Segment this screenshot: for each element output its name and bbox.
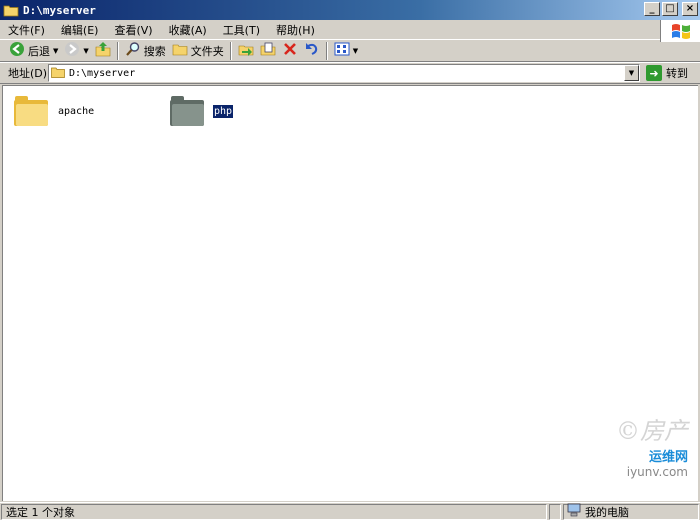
forward-icon	[64, 41, 80, 60]
watermark: ©房产 运维网 iyunv.com	[616, 411, 688, 479]
menu-file[interactable]: 文件(F)	[0, 22, 53, 38]
window-controls: _ □ ×	[644, 2, 698, 16]
address-dropdown-icon[interactable]: ▼	[624, 65, 639, 81]
folder-icon	[14, 96, 48, 126]
copy-to-button[interactable]	[257, 41, 279, 61]
status-selection: 选定 1 个对象	[1, 503, 547, 520]
back-button[interactable]: 后退 ▼	[6, 41, 61, 61]
menu-tools[interactable]: 工具(T)	[215, 22, 268, 38]
views-button[interactable]: ▼	[331, 41, 361, 61]
toolbar: 后退 ▼ ▼ 搜索 文件夹 ▼	[0, 40, 700, 62]
copy-to-icon	[260, 41, 276, 60]
back-dropdown-icon[interactable]: ▼	[53, 47, 58, 55]
go-label: 转到	[666, 67, 688, 80]
folders-button[interactable]: 文件夹	[169, 41, 227, 61]
minimize-button[interactable]: _	[644, 2, 660, 16]
file-name: apache	[58, 105, 95, 117]
watermark-site: iyunv.com	[626, 465, 688, 479]
up-folder-icon	[95, 41, 111, 60]
move-to-button[interactable]	[235, 41, 257, 61]
windows-logo-icon	[660, 20, 700, 42]
undo-button[interactable]	[301, 41, 323, 61]
status-panel	[549, 503, 561, 520]
maximize-button[interactable]: □	[662, 2, 678, 16]
title-bar: D:\myserver _ □ ×	[0, 0, 700, 20]
move-to-icon	[238, 41, 254, 60]
search-icon	[125, 41, 141, 60]
status-location-label: 我的电脑	[585, 505, 629, 519]
address-field[interactable]: ▼	[48, 64, 640, 82]
forward-dropdown-icon[interactable]: ▼	[83, 47, 88, 55]
delete-button[interactable]	[279, 41, 301, 61]
search-button[interactable]: 搜索	[122, 41, 169, 61]
undo-icon	[304, 41, 320, 60]
back-label: 后退	[28, 44, 50, 58]
up-button[interactable]	[92, 41, 114, 61]
status-location: 我的电脑	[563, 503, 699, 520]
folder-window-icon	[3, 3, 19, 17]
menu-view[interactable]: 查看(V)	[106, 22, 160, 38]
toolbar-separator	[325, 41, 328, 60]
menu-bar: 文件(F) 编辑(E) 查看(V) 收藏(A) 工具(T) 帮助(H)	[0, 20, 700, 42]
menu-edit[interactable]: 编辑(E)	[53, 22, 107, 38]
file-list-view[interactable]: apache php ©房产 运维网 iyunv.com	[2, 85, 698, 501]
back-icon	[9, 41, 25, 60]
go-button[interactable]: ➜ 转到	[646, 65, 688, 81]
watermark-logo: ©房产	[616, 417, 688, 445]
folder-icon	[170, 96, 204, 126]
menu-help[interactable]: 帮助(H)	[268, 22, 323, 38]
file-item-php[interactable]: php	[170, 96, 234, 126]
close-button[interactable]: ×	[682, 2, 698, 16]
views-icon	[334, 41, 350, 60]
go-arrow-icon: ➜	[646, 65, 662, 81]
address-label: 地址(D)	[8, 67, 48, 80]
folders-icon	[172, 41, 188, 60]
folders-label: 文件夹	[190, 44, 224, 58]
forward-button[interactable]: ▼	[61, 41, 91, 61]
status-bar: 选定 1 个对象 我的电脑	[0, 502, 700, 520]
window-title: D:\myserver	[23, 3, 96, 17]
file-name: php	[213, 104, 234, 118]
file-item-apache[interactable]: apache	[14, 96, 95, 126]
folder-icon	[51, 66, 65, 81]
toolbar-separator	[116, 41, 119, 60]
watermark-site-cn: 运维网	[648, 450, 688, 465]
my-computer-icon	[567, 503, 581, 520]
toolbar-separator	[229, 41, 232, 60]
views-dropdown-icon[interactable]: ▼	[353, 47, 358, 55]
delete-icon	[282, 41, 298, 60]
menu-favorites[interactable]: 收藏(A)	[161, 22, 215, 38]
address-input[interactable]	[69, 67, 609, 79]
search-label: 搜索	[143, 44, 166, 58]
address-bar: 地址(D) ▼ ➜ 转到	[0, 62, 700, 84]
